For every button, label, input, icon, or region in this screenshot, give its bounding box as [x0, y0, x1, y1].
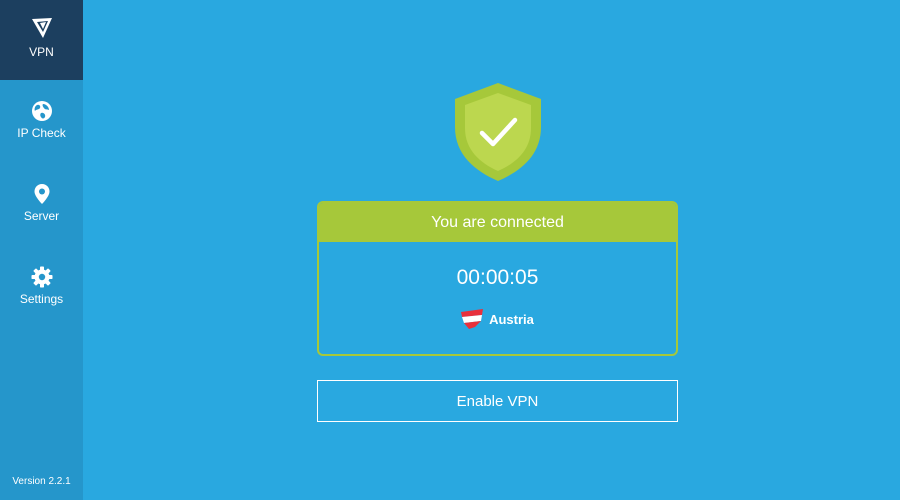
sidebar-item-vpn[interactable]: VPN: [0, 0, 83, 80]
austria-flag-icon: [461, 309, 484, 329]
sidebar-item-settings[interactable]: Settings: [0, 266, 83, 346]
server-location: Austria: [319, 309, 676, 329]
connection-status-card: You are connected 00:00:05 Austria: [317, 201, 678, 356]
sidebar-item-label: Server: [23, 209, 60, 223]
version-label: Version 2.2.1: [12, 476, 71, 487]
sidebar-item-label: VPN: [29, 45, 54, 59]
shield-check-icon: [455, 83, 541, 181]
connection-status-title: You are connected: [319, 203, 676, 242]
sidebar-item-label: Settings: [19, 292, 64, 306]
sidebar: VPN IP Check Server Settings Version 2.2…: [0, 0, 83, 500]
vpn-logo-icon: [31, 18, 52, 38]
gear-icon: [31, 266, 52, 288]
globe-icon: [31, 101, 52, 121]
location-pin-icon: [34, 184, 49, 204]
sidebar-item-label: IP Check: [17, 126, 66, 140]
connection-timer: 00:00:05: [456, 266, 539, 289]
sidebar-item-ip-check[interactable]: IP Check: [0, 100, 83, 180]
enable-vpn-button[interactable]: Enable VPN: [317, 380, 678, 422]
sidebar-item-server[interactable]: Server: [0, 183, 83, 263]
country-label: Austria: [489, 311, 534, 327]
